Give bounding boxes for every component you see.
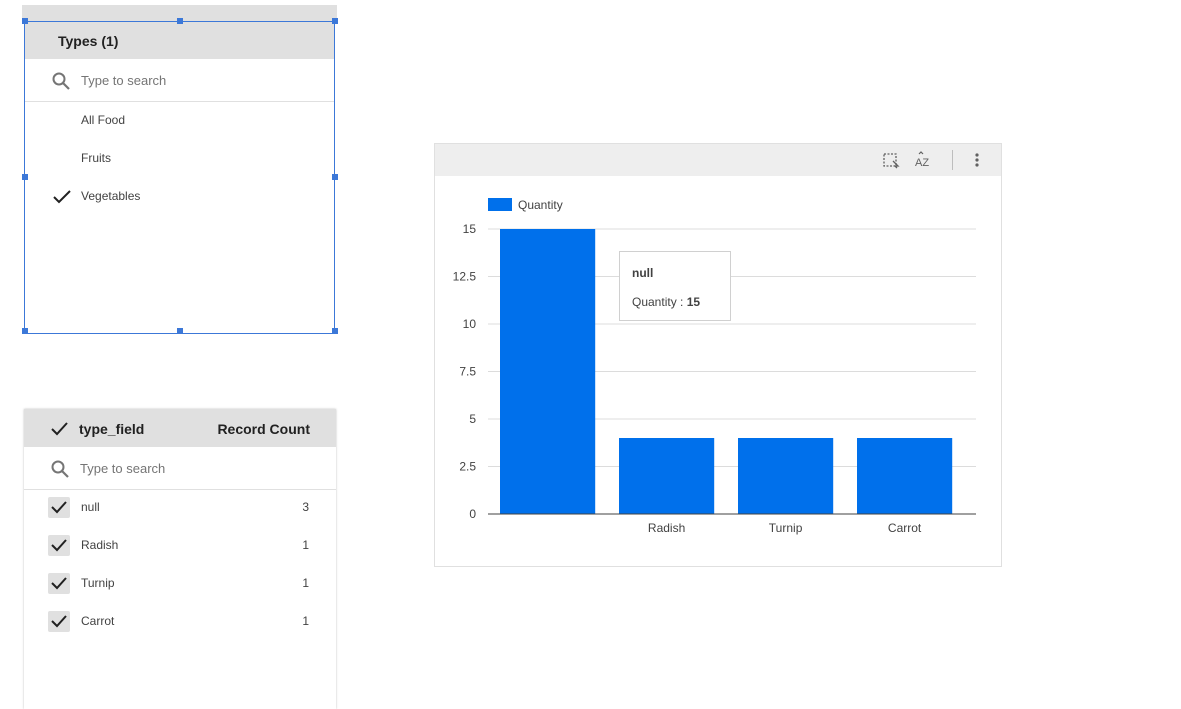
- bar-chart-plot: 0 2.5 5 7.5 10 12.5 15 Radish Turnip Carrot Quanti…: [453, 198, 976, 535]
- y-tick-label: 10: [463, 317, 477, 331]
- svg-text:AZ: AZ: [915, 157, 929, 169]
- y-tick-label: 7.5: [459, 365, 476, 379]
- toolbar-divider: [952, 150, 953, 170]
- type-field-search-row[interactable]: Type to search: [24, 448, 336, 490]
- row-count: 1: [302, 576, 309, 590]
- column-header-metric[interactable]: Record Count: [217, 421, 310, 437]
- legend-swatch: [488, 198, 512, 211]
- select-all-checkbox[interactable]: [48, 419, 70, 439]
- row-count: 1: [302, 614, 309, 628]
- chart-toolbar: AZ: [435, 144, 1001, 176]
- checkbox[interactable]: [48, 573, 70, 594]
- x-tick-label: Carrot: [888, 521, 922, 535]
- resize-handle-ne[interactable]: [332, 18, 338, 24]
- list-item[interactable]: Radish 1: [24, 527, 336, 565]
- list-item[interactable]: Turnip 1: [24, 565, 336, 603]
- tooltip-value: 15: [686, 295, 701, 309]
- checkmark-icon: [51, 615, 67, 628]
- row-count: 1: [302, 538, 309, 552]
- row-label: Turnip: [81, 576, 115, 590]
- resize-handle-se[interactable]: [332, 328, 338, 334]
- type-field-search-input[interactable]: Type to search: [80, 461, 165, 476]
- types-filter-frame: Types (1) Type to search All Food Fruits…: [24, 21, 335, 334]
- row-label: null: [81, 500, 100, 514]
- column-header-dimension[interactable]: type_field: [79, 421, 144, 437]
- y-tick-label: 12.5: [453, 270, 477, 284]
- types-search-row[interactable]: Type to search: [25, 60, 334, 102]
- bar-chart-widget[interactable]: AZ 0 2.5 5 7.5 10 12.5 15 Radish Turnip Carrot Qua…: [434, 143, 1002, 567]
- legend-label: Quantity: [518, 198, 563, 212]
- bar: [738, 438, 834, 514]
- x-tick-label: Radish: [648, 521, 685, 535]
- y-tick-label: 2.5: [459, 460, 476, 474]
- y-tick-label: 0: [469, 507, 476, 521]
- list-item[interactable]: null 3: [24, 489, 336, 527]
- resize-handle-w[interactable]: [22, 174, 28, 180]
- x-tick-label: Turnip: [769, 521, 803, 535]
- types-filter-control[interactable]: Types (1) Type to search All Food Fruits…: [22, 5, 338, 334]
- types-option-fruits[interactable]: Fruits: [25, 140, 334, 178]
- resize-handle-sw[interactable]: [22, 328, 28, 334]
- bar: [619, 438, 715, 514]
- tooltip-body: Quantity : 15: [632, 295, 700, 309]
- option-label: Fruits: [81, 151, 111, 165]
- tooltip-title: null: [632, 266, 654, 280]
- search-icon: [51, 460, 69, 478]
- checkbox[interactable]: [48, 497, 70, 518]
- bar: [857, 438, 953, 514]
- select-area-icon[interactable]: [882, 151, 900, 169]
- tooltip-label: Quantity :: [632, 295, 687, 309]
- sort-az-icon[interactable]: AZ: [914, 151, 932, 169]
- checkmark-icon: [53, 190, 71, 204]
- more-vert-icon[interactable]: [968, 151, 986, 169]
- row-count: 3: [302, 500, 309, 514]
- resize-handle-nw[interactable]: [22, 18, 28, 24]
- list-item[interactable]: Carrot 1: [24, 603, 336, 641]
- types-option-vegetables[interactable]: Vegetables: [25, 178, 334, 216]
- types-option-all-food[interactable]: All Food: [25, 102, 334, 140]
- type-field-filter-control[interactable]: type_field Record Count Type to search n…: [24, 409, 336, 709]
- resize-handle-e[interactable]: [332, 174, 338, 180]
- checkbox[interactable]: [48, 611, 70, 632]
- y-tick-label: 15: [463, 222, 477, 236]
- types-filter-header[interactable]: Types (1): [25, 22, 334, 59]
- resize-handle-n[interactable]: [177, 18, 183, 24]
- types-search-input[interactable]: Type to search: [81, 73, 166, 88]
- row-label: Radish: [81, 538, 119, 552]
- checkbox[interactable]: [48, 535, 70, 556]
- types-filter-title: Types (1): [58, 33, 119, 49]
- checkmark-icon: [51, 539, 67, 552]
- type-field-filter-header: type_field Record Count: [24, 409, 336, 447]
- bar: [500, 229, 596, 514]
- chart-tooltip: null Quantity : 15: [619, 251, 731, 321]
- option-label: All Food: [81, 113, 126, 127]
- search-icon: [52, 72, 70, 90]
- row-label: Carrot: [81, 614, 115, 628]
- option-label: Vegetables: [81, 189, 141, 203]
- resize-handle-s[interactable]: [177, 328, 183, 334]
- y-tick-label: 5: [469, 412, 476, 426]
- checkmark-icon: [51, 577, 67, 590]
- checkmark-icon: [51, 501, 67, 514]
